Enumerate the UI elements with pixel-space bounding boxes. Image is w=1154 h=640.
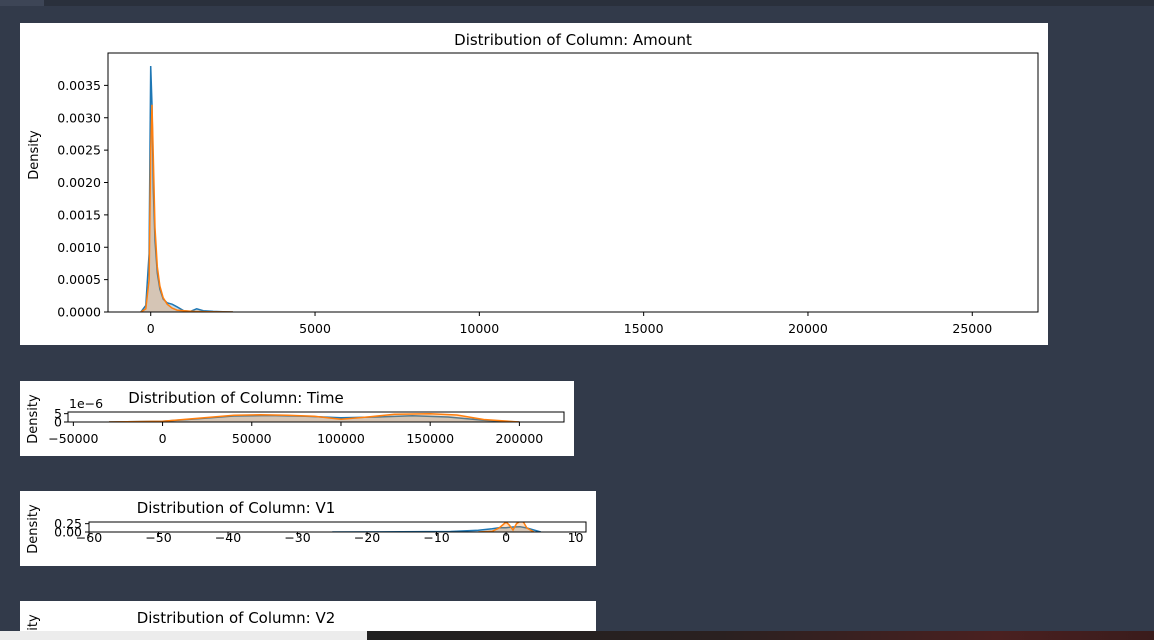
chart-time: Distribution of Column: Time Density −5000… (26, 389, 565, 446)
y-tick-label: 0.0010 (57, 240, 101, 255)
chart-amount: Distribution of Column: Amount Density 0 50… (27, 31, 1039, 336)
y-offset-label: 1e−6 (69, 396, 103, 411)
x-tick-label: 100000 (317, 431, 365, 446)
chart-title: Distribution of Column: V1 (137, 499, 336, 517)
x-tick-label: 20000 (788, 321, 828, 336)
x-tick-label: 25000 (952, 321, 992, 336)
chart-panel-v1: Distribution of Column: V1 Density −60 −50−… (20, 491, 596, 566)
x-tick-label: 200000 (496, 431, 544, 446)
x-tick-label: 50000 (232, 431, 272, 446)
chart-title: Distribution of Column: Amount (454, 31, 692, 49)
y-tick-label: 0.0000 (57, 305, 101, 320)
y-tick-label: 5 (54, 406, 62, 421)
x-tick-label: 0 (147, 321, 155, 336)
top-strip (0, 0, 1154, 6)
x-tick-label: −40 (215, 530, 241, 545)
chart-v1: Distribution of Column: V1Density −60 −50−… (26, 499, 587, 554)
x-tick-label: 0 (159, 431, 167, 446)
y-tick-label: 0.0020 (57, 175, 101, 190)
x-tick-label: −50000 (48, 431, 98, 446)
bottom-bar (0, 631, 1154, 640)
x-tick-label: −20 (354, 530, 380, 545)
x-tick-label: 150000 (406, 431, 454, 446)
bottom-bar-dark-region (367, 631, 1154, 640)
x-tick-label: −10 (423, 530, 449, 545)
x-tick-label: 0 (502, 530, 510, 545)
chart-title: Distribution of Column: Time (128, 389, 343, 407)
chart-panel-time: Distribution of Column: Time Density −5000… (20, 381, 574, 456)
y-tick-label: 0.0025 (57, 143, 101, 158)
y-tick-label: 0.25 (54, 516, 82, 531)
x-tick-label: 10000 (459, 321, 499, 336)
chart-panel-amount: Distribution of Column: Amount Density 0 50… (20, 23, 1048, 345)
top-tab[interactable] (0, 0, 44, 6)
plot-frame (107, 52, 1039, 313)
y-tick-label: 0.0030 (57, 110, 101, 125)
plot-area (140, 65, 233, 312)
y-tick-label: 0.0035 (57, 78, 101, 93)
plot-area (108, 412, 520, 422)
y-axis-label: Density (27, 130, 42, 180)
chart-title: Distribution of Column: V2 (137, 609, 336, 627)
y-axis-label: Density (26, 504, 41, 554)
x-tick-label: −30 (284, 530, 310, 545)
y-tick-label: 0.0015 (57, 207, 101, 222)
x-tick-label: −50 (145, 530, 171, 545)
y-axis-label: Density (26, 394, 41, 444)
x-tick-label: 10 (568, 530, 584, 545)
x-tick-label: 15000 (624, 321, 664, 336)
x-tick-label: 5000 (299, 321, 331, 336)
y-tick-label: 0.0005 (57, 272, 101, 287)
